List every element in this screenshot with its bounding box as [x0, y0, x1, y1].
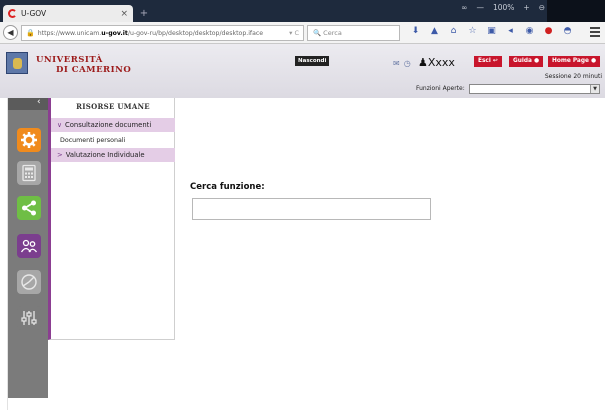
- print-icon[interactable]: ⊖: [539, 3, 545, 12]
- browser-tab-strip: U-GOV × + ∞ — 100% + ⊖: [0, 0, 605, 22]
- sliders-icon: [21, 311, 37, 325]
- new-tab-button[interactable]: +: [137, 6, 151, 21]
- menu-item-consultazione-documenti[interactable]: ∨ Consultazione documenti: [51, 118, 175, 132]
- browser-tab[interactable]: U-GOV ×: [3, 5, 133, 22]
- rail-calculator-button[interactable]: [17, 161, 41, 185]
- rail-settings-button[interactable]: [17, 128, 41, 152]
- university-name-line2: DI CAMERINO: [56, 65, 132, 75]
- side-menu-title: RISORSE UMANE: [76, 102, 150, 111]
- menu-item-label: Valutazione Individuale: [65, 151, 145, 159]
- user-icon: ♟: [418, 56, 428, 69]
- rail-chart-button[interactable]: [17, 270, 41, 294]
- university-logo: [6, 52, 28, 74]
- open-functions-select[interactable]: ▼: [469, 84, 600, 94]
- university-name-line1: UNIVERSITÀ: [36, 55, 103, 65]
- people-icon: [20, 239, 38, 253]
- search-function-label: Cerca funzione:: [190, 182, 265, 192]
- adblock-icon[interactable]: ●: [543, 26, 554, 36]
- window-controls: ∞ — 100% + ⊖: [461, 3, 545, 12]
- send-icon[interactable]: ◂: [505, 26, 516, 36]
- zoom-level[interactable]: 100%: [493, 3, 514, 12]
- reload-icon[interactable]: ▾ C: [289, 29, 299, 37]
- user-name-text: Xxxx: [427, 56, 455, 69]
- chevron-left-icon: ‹: [37, 97, 41, 107]
- module-rail: ‹: [8, 97, 48, 398]
- address-bar[interactable]: 🔒 https://www.unicam. u-gov.it/u-gov-ru/b…: [21, 25, 304, 41]
- search-function-input[interactable]: [192, 198, 431, 220]
- bookmark-star-icon[interactable]: ☆: [467, 26, 478, 36]
- side-menu: RISORSE UMANE ∨ Consultazione documenti D…: [48, 98, 175, 340]
- help-icon: ●: [533, 58, 540, 64]
- rail-collapse-button[interactable]: ‹: [8, 97, 48, 110]
- clipboard-icon[interactable]: ▣: [486, 26, 497, 36]
- home-page-label: Home Page: [552, 58, 589, 64]
- toolbar-icons: ⬇ ▲ ⌂ ☆ ▣ ◂ ◉ ● ◓: [410, 26, 573, 36]
- chevron-down-icon: ∨: [57, 121, 62, 129]
- open-functions-label: Funzioni Aperte:: [416, 85, 465, 92]
- pie-chart-icon: [21, 274, 37, 290]
- favicon-icon: [8, 9, 17, 18]
- home-page-button[interactable]: Home Page ●: [548, 56, 601, 67]
- chevron-down-icon[interactable]: ▼: [590, 85, 599, 93]
- tab-title: U-GOV: [21, 9, 47, 18]
- back-button[interactable]: ◀: [3, 25, 18, 40]
- menu-item-valutazione-individuale[interactable]: > Valutazione Individuale: [51, 148, 175, 162]
- tracking-icon[interactable]: ∞: [461, 3, 467, 12]
- share-icon: [22, 200, 36, 216]
- calculator-icon: [22, 164, 36, 182]
- help-button[interactable]: Guida ●: [509, 56, 544, 67]
- window-frame-corner: [547, 0, 605, 22]
- tab-close-icon[interactable]: ×: [120, 9, 128, 19]
- addon-icon[interactable]: ◉: [524, 26, 535, 36]
- rail-people-button[interactable]: [17, 234, 41, 258]
- home-icon: ●: [590, 58, 597, 64]
- browser-nav-bar: ◀ 🔒 https://www.unicam. u-gov.it/u-gov-ru…: [0, 22, 605, 44]
- rail-share-button[interactable]: [17, 196, 41, 220]
- mail-icon[interactable]: ✉: [393, 59, 400, 68]
- chevron-right-icon: >: [57, 151, 63, 159]
- lock-icon: 🔒: [26, 29, 35, 37]
- logout-button[interactable]: Esci ↩: [474, 56, 502, 67]
- url-prefix: https://www.unicam.: [37, 29, 102, 37]
- zoom-in-button[interactable]: +: [523, 3, 529, 12]
- clock-icon[interactable]: ◷: [404, 59, 411, 68]
- search-placeholder: Cerca: [323, 29, 342, 37]
- browser-search-field[interactable]: 🔍 Cerca: [307, 25, 400, 41]
- logout-label: Esci: [478, 58, 491, 64]
- university-name: UNIVERSITÀ DI CAMERINO: [36, 55, 146, 75]
- url-path: /u-gov-ru/bp/desktop/desktop/desktop.ifa…: [127, 29, 264, 37]
- menu-item-documenti-personali[interactable]: Documenti personali: [51, 134, 175, 148]
- library-icon[interactable]: ▲: [429, 26, 440, 36]
- download-icon[interactable]: ⬇: [410, 26, 421, 36]
- search-icon: 🔍: [313, 29, 322, 37]
- zoom-out-button[interactable]: —: [476, 3, 484, 12]
- gear-icon: [21, 132, 37, 148]
- exit-icon: ↩: [492, 58, 498, 64]
- url-host: u-gov.it: [101, 29, 128, 37]
- user-name: ♟Xxxx: [418, 56, 455, 69]
- hamburger-menu-icon[interactable]: [590, 27, 600, 37]
- rail-sliders-button[interactable]: [17, 306, 41, 330]
- menu-item-label: Consultazione documenti: [64, 121, 152, 129]
- chat-icon[interactable]: ◓: [562, 26, 573, 36]
- hide-header-button[interactable]: Nascondi: [295, 56, 330, 66]
- session-timer: Sessione 20 minuti: [544, 73, 602, 80]
- app-header: UNIVERSITÀ DI CAMERINO Nascondi ✉ ◷ ♟Xxx…: [0, 44, 605, 98]
- left-edge: [0, 98, 8, 410]
- header-icons: ✉ ◷: [393, 59, 411, 68]
- help-label: Guida: [513, 58, 532, 64]
- home-icon[interactable]: ⌂: [448, 26, 459, 36]
